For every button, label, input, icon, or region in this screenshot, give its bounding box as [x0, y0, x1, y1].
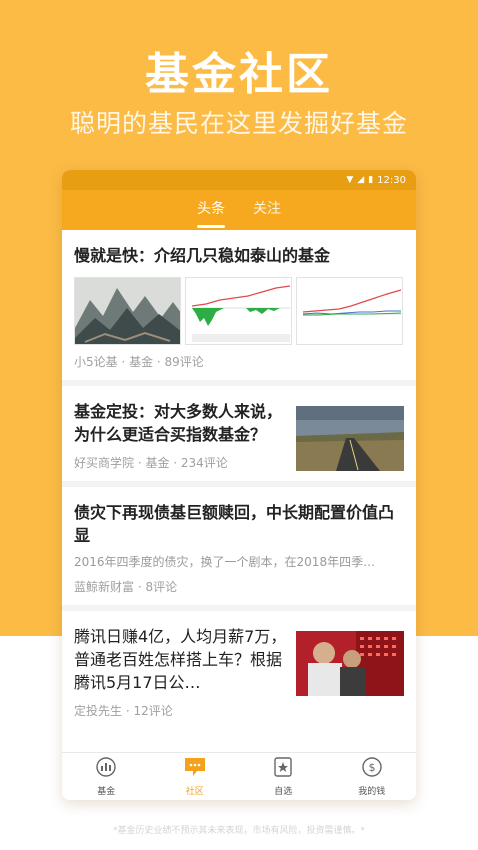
card-title: 腾讯日赚4亿，人均月薪7万，普通老百姓怎样搭上车？根据腾讯5月17日公… [74, 627, 287, 692]
road-photo-image [296, 406, 404, 471]
stock-market-photo-image [296, 631, 404, 696]
nav-label: 基金 [97, 787, 116, 797]
disclaimer-text: *基金历史业绩不预示其未来表现，市场有风险，投资需谨慎。* [112, 826, 365, 836]
tab-following[interactable]: 关注 [253, 198, 281, 222]
return-chart-image [296, 277, 403, 345]
bottom-navigation: 基金 社区 自选 $ 我的钱 [62, 752, 416, 800]
card-meta: 好买商学院 · 基金 · 234评论 [74, 456, 228, 470]
card-excerpt: 2016年四季度的债灾，换了一个剧本，在2018年四季… [74, 555, 376, 569]
phone-screen: ▼ ◢ ▮ 12:30 头条 关注 慢就是快：介绍几只稳如泰山的基金 小5论基 … [62, 170, 416, 800]
nav-label: 我的钱 [358, 787, 386, 797]
nav-item-my-money[interactable]: $ 我的钱 [342, 756, 402, 797]
card-title: 基金定投：对大多数人来说，为什么更适合买指数基金？ [74, 402, 283, 444]
feed-card[interactable]: 慢就是快：介绍几只稳如泰山的基金 小5论基 · 基金 · 89评论 [62, 230, 416, 386]
nav-item-fund[interactable]: 基金 [76, 756, 136, 797]
fund-chart-image [185, 277, 292, 345]
card-meta: 蓝鲸新财富 · 8评论 [74, 580, 178, 594]
card-title: 慢就是快：介绍几只稳如泰山的基金 [74, 246, 331, 265]
feed-card[interactable]: 腾讯日赚4亿，人均月薪7万，普通老百姓怎样搭上车？根据腾讯5月17日公… 定投先… [62, 611, 416, 729]
news-feed: 慢就是快：介绍几只稳如泰山的基金 小5论基 · 基金 · 89评论 基金定投：对… [62, 230, 416, 729]
nav-item-watchlist[interactable]: 自选 [253, 756, 313, 797]
wifi-icon: ▼ [346, 174, 354, 185]
card-meta: 小5论基 · 基金 · 89评论 [74, 355, 204, 369]
tab-headlines[interactable]: 头条 [197, 198, 225, 228]
feed-card[interactable]: 基金定投：对大多数人来说，为什么更适合买指数基金？ 好买商学院 · 基金 · 2… [62, 386, 416, 487]
feed-card[interactable]: 债灾下再现债基巨额赎回，中长期配置价值凸显 2016年四季度的债灾，换了一个剧本… [62, 487, 416, 611]
hero-title: 基金社区 [145, 49, 333, 100]
nav-label: 社区 [185, 787, 204, 797]
landscape-painting-image [74, 277, 181, 345]
chat-icon [183, 756, 207, 782]
nav-label: 自选 [274, 787, 293, 797]
nav-item-community[interactable]: 社区 [165, 756, 225, 797]
status-time: 12:30 [377, 174, 406, 186]
hero-subtitle: 聪明的基民在这里发掘好基金 [69, 109, 408, 138]
signal-icon: ◢ [357, 174, 365, 185]
money-icon: $ [361, 756, 383, 782]
card-title: 债灾下再现债基巨额赎回，中长期配置价值凸显 [74, 503, 395, 545]
card-images [74, 277, 404, 345]
svg-text:$: $ [368, 761, 375, 774]
star-icon [272, 756, 294, 782]
card-meta: 定投先生 · 12评论 [74, 704, 173, 718]
app-header: 头条 关注 [62, 190, 416, 230]
chart-icon [95, 756, 117, 782]
battery-icon: ▮ [368, 174, 374, 185]
status-bar: ▼ ◢ ▮ 12:30 [62, 170, 416, 190]
